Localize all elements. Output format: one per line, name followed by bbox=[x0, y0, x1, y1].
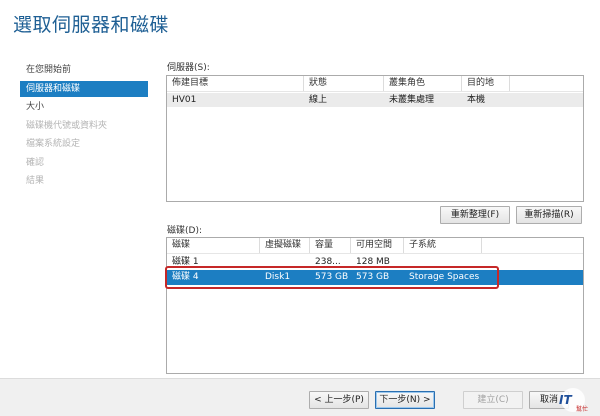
nav-step-server-and-disk[interactable]: 伺服器和磁碟 bbox=[20, 80, 148, 97]
nav-step-before-you-begin[interactable]: 在您開始前 bbox=[20, 62, 148, 78]
create-button: 建立(C) bbox=[463, 391, 523, 409]
col-status[interactable]: 狀態 bbox=[304, 76, 384, 91]
col-capacity[interactable]: 容量 bbox=[310, 238, 351, 253]
col-virtual-disk[interactable]: 虛擬磁碟 bbox=[260, 238, 310, 253]
disk-row[interactable]: 磁碟 1 238... 128 MB bbox=[167, 255, 583, 269]
nav-step-results: 結果 bbox=[26, 176, 45, 186]
server-role: 未叢集處理 bbox=[389, 95, 435, 105]
disk-free: 128 MB bbox=[356, 257, 390, 267]
servers-label: 伺服器(S): bbox=[167, 63, 210, 73]
ithelp-logo-watermark: IT 幫忙 bbox=[559, 388, 588, 413]
server-status: 線上 bbox=[309, 95, 328, 105]
disk-name: 磁碟 1 bbox=[172, 257, 199, 267]
col-cluster-role[interactable]: 叢集角色 bbox=[384, 76, 462, 91]
col-target[interactable]: 佈建目標 bbox=[167, 76, 304, 91]
disk-row-selected[interactable]: 磁碟 4 Disk1 573 GB 573 GB Storage Spaces bbox=[167, 270, 583, 285]
disks-header: 磁碟 虛擬磁碟 容量 可用空間 子系統 bbox=[167, 238, 583, 254]
server-destination: 本機 bbox=[467, 95, 486, 105]
servers-list[interactable]: 佈建目標 狀態 叢集角色 目的地 HV01 線上 未叢集處理 本機 bbox=[166, 75, 584, 202]
logo-big-text: IT bbox=[559, 393, 572, 407]
disk-vdisk bbox=[260, 255, 310, 269]
disk-name: 磁碟 4 bbox=[172, 272, 199, 282]
nav-step-size[interactable]: 大小 bbox=[20, 99, 148, 115]
disk-subsystem bbox=[404, 255, 494, 269]
disk-subsystem: Storage Spaces bbox=[409, 272, 480, 282]
disk-vdisk: Disk1 bbox=[265, 272, 291, 282]
col-free-space[interactable]: 可用空間 bbox=[351, 238, 404, 253]
server-row[interactable]: HV01 線上 未叢集處理 本機 bbox=[167, 93, 583, 107]
page-title: 選取伺服器和磁碟 bbox=[13, 14, 170, 36]
wizard-steps-nav: 在您開始前 伺服器和磁碟 大小 磁碟機代號或資料夾 檔案系統設定 確認 結果 bbox=[20, 62, 148, 192]
col-destination[interactable]: 目的地 bbox=[462, 76, 510, 91]
nav-step-file-system: 檔案系統設定 bbox=[26, 139, 81, 149]
nav-step-confirmation: 確認 bbox=[26, 157, 45, 168]
refresh-button[interactable]: 重新整理(F) bbox=[440, 206, 510, 224]
next-button[interactable]: 下一步(N) > bbox=[375, 391, 435, 409]
server-target: HV01 bbox=[172, 95, 197, 105]
disk-free: 573 GB bbox=[356, 272, 390, 282]
rescan-button[interactable]: 重新掃描(R) bbox=[516, 206, 582, 224]
col-disk[interactable]: 磁碟 bbox=[167, 238, 260, 253]
disk-capacity: 573 GB bbox=[315, 272, 349, 282]
disk-capacity: 238... bbox=[315, 257, 341, 267]
servers-header: 佈建目標 狀態 叢集角色 目的地 bbox=[167, 76, 583, 92]
col-subsystem[interactable]: 子系統 bbox=[404, 238, 482, 253]
previous-button[interactable]: < 上一步(P) bbox=[309, 391, 369, 409]
disks-list[interactable]: 磁碟 虛擬磁碟 容量 可用空間 子系統 磁碟 1 238... 128 MB 磁… bbox=[166, 237, 584, 374]
nav-step-drive-letter: 磁碟機代號或資料夾 bbox=[26, 120, 108, 131]
disks-label: 磁碟(D): bbox=[167, 226, 202, 236]
footer-bar: < 上一步(P) 下一步(N) > 建立(C) 取消 bbox=[0, 378, 600, 416]
logo-small-text: 幫忙 bbox=[576, 405, 588, 413]
